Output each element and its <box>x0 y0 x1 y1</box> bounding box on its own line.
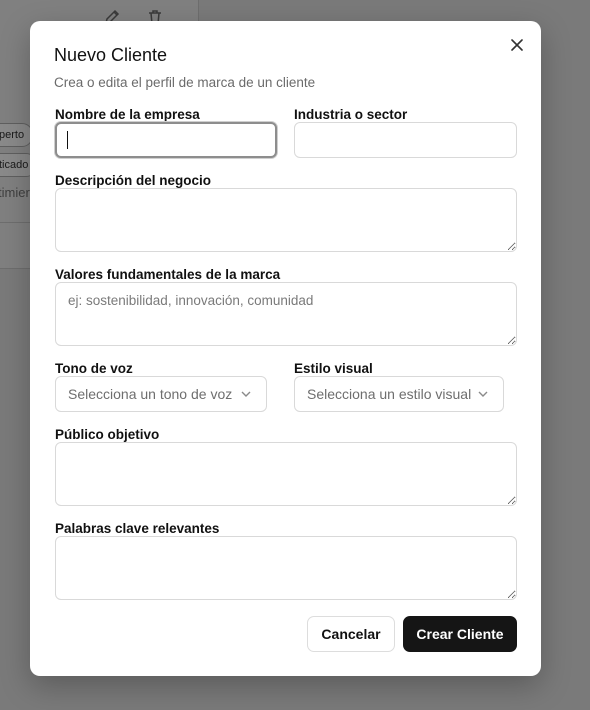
dialog-subtitle: Crea o edita el perfil de marca de un cl… <box>54 75 316 90</box>
description-textarea[interactable] <box>55 188 517 252</box>
chevron-down-icon <box>478 391 488 397</box>
text-cursor <box>67 131 68 149</box>
brand-values-label: Valores fundamentales de la marca <box>55 267 281 282</box>
visual-style-select-placeholder: Selecciona un estilo visual <box>307 386 472 402</box>
new-client-dialog: Nuevo Cliente Crea o edita el perfil de … <box>30 21 541 676</box>
chevron-down-icon <box>241 391 251 397</box>
modal-overlay: Nuevo Cliente Crea o edita el perfil de … <box>0 0 590 710</box>
visual-style-select[interactable]: Selecciona un estilo visual <box>294 376 504 412</box>
description-label: Descripción del negocio <box>55 173 212 188</box>
create-client-button[interactable]: Crear Cliente <box>403 616 517 652</box>
tone-label: Tono de voz <box>55 361 133 376</box>
visual-style-label: Estilo visual <box>294 361 373 376</box>
industry-input[interactable] <box>294 122 517 158</box>
keywords-textarea[interactable] <box>55 536 517 600</box>
close-icon <box>511 39 523 51</box>
brand-values-textarea[interactable] <box>55 282 517 346</box>
tone-select[interactable]: Selecciona un tono de voz <box>55 376 267 412</box>
company-name-input[interactable] <box>55 122 277 158</box>
tone-select-placeholder: Selecciona un tono de voz <box>68 386 233 402</box>
company-name-label: Nombre de la empresa <box>55 107 200 122</box>
audience-textarea[interactable] <box>55 442 517 506</box>
audience-label: Público objetivo <box>55 427 160 442</box>
close-button[interactable] <box>507 35 527 55</box>
keywords-label: Palabras clave relevantes <box>55 521 220 536</box>
industry-label: Industria o sector <box>294 107 408 122</box>
cancel-button[interactable]: Cancelar <box>307 616 395 652</box>
dialog-title: Nuevo Cliente <box>54 45 168 65</box>
